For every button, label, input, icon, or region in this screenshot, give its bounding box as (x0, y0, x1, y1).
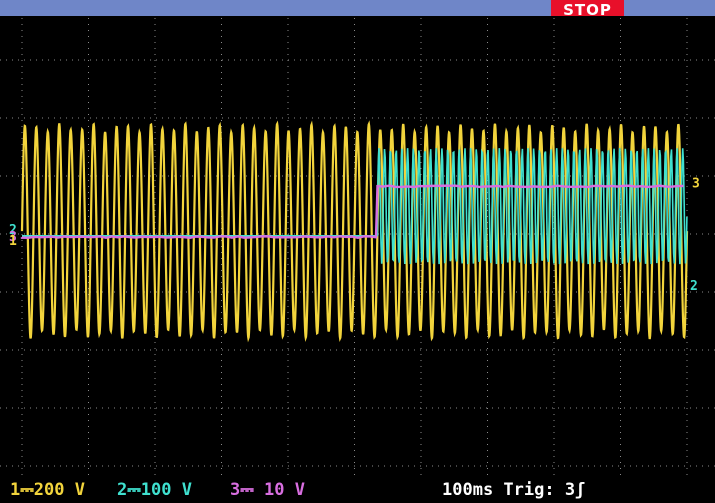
waveform-display: 23132 (0, 16, 715, 478)
stop-status-badge[interactable]: STOP (551, 0, 624, 16)
oscilloscope-screen: STOP 23132 1⎓200 V 2⎓100 V 3⎓ 10 V 100ms… (0, 0, 715, 503)
ch3-right-marker[interactable]: 3 (692, 176, 700, 191)
status-bar: 1⎓200 V 2⎓100 V 3⎓ 10 V 100ms Trig: 3ʃ (0, 478, 715, 503)
ch1-left-marker[interactable]: 1 (9, 234, 17, 249)
ch1-scale-readout[interactable]: 1⎓200 V (10, 478, 85, 503)
ch2-right-marker[interactable]: 2 (690, 279, 698, 294)
timebase-trigger-readout[interactable]: 100ms Trig: 3ʃ (442, 478, 585, 503)
title-bar: STOP (0, 0, 715, 16)
ch3-scale-readout[interactable]: 3⎓ 10 V (230, 478, 305, 503)
ch2-scale-readout[interactable]: 2⎓100 V (117, 478, 192, 503)
